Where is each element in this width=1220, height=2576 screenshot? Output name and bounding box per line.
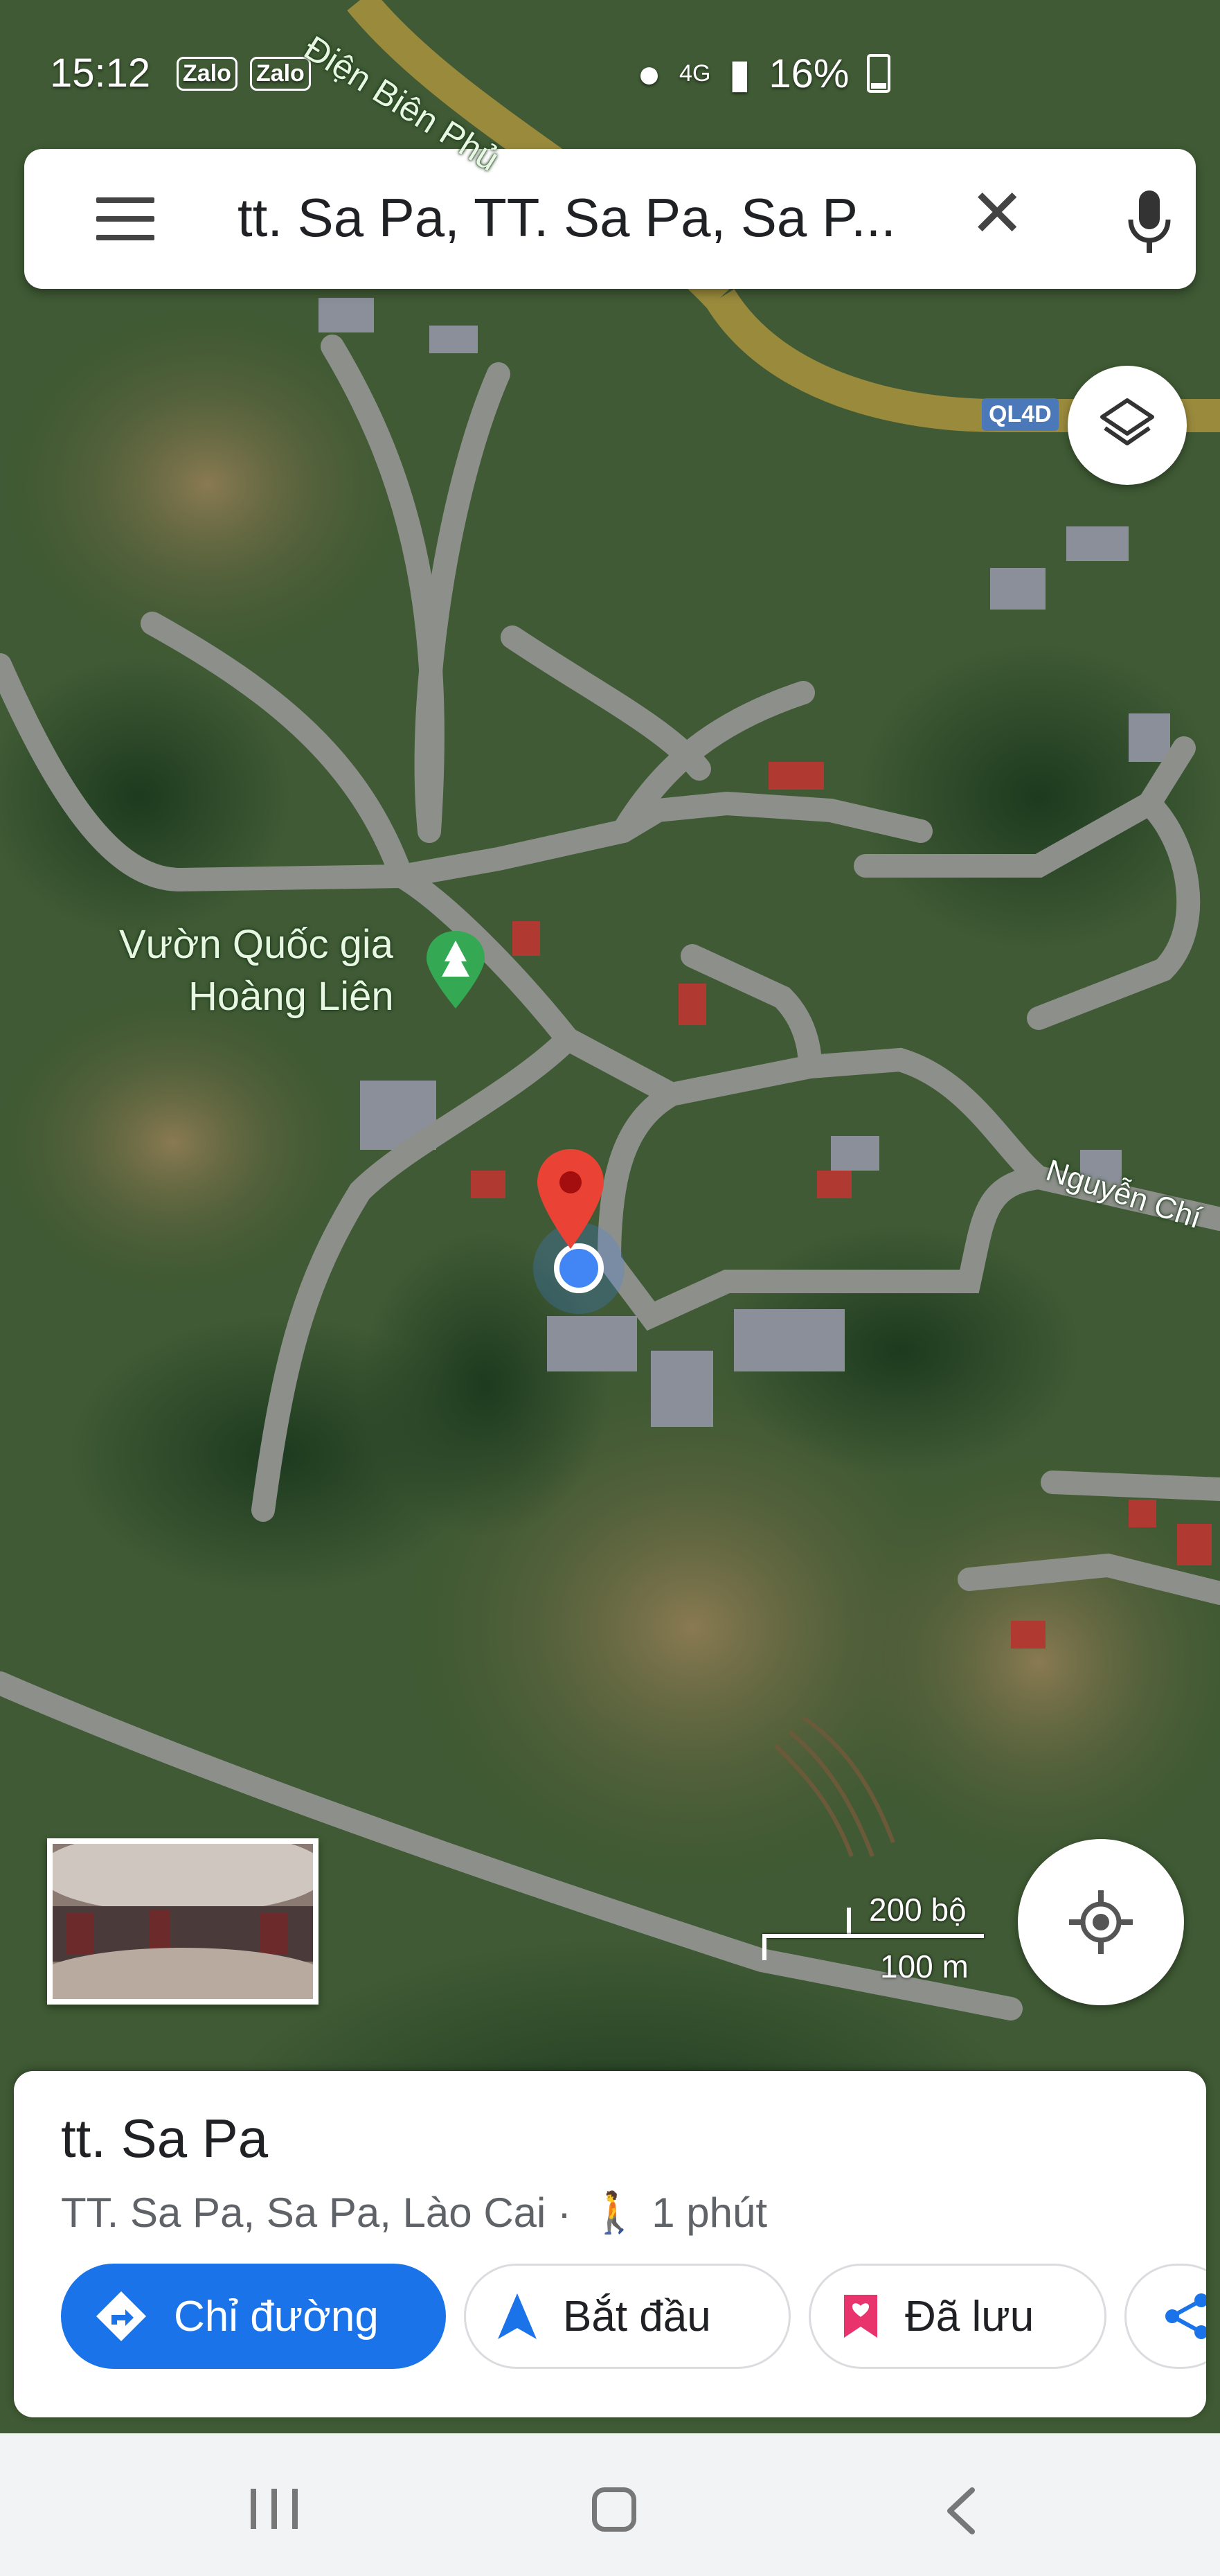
status-time: 15:12 bbox=[50, 51, 151, 96]
home-icon[interactable] bbox=[592, 2487, 636, 2532]
street-view-thumbnail[interactable] bbox=[47, 1838, 319, 2005]
directions-label: Chỉ đường bbox=[174, 2292, 379, 2340]
directions-button[interactable]: Chỉ đường bbox=[61, 2264, 446, 2369]
bookmark-icon bbox=[841, 2292, 880, 2340]
network-type: 4G bbox=[679, 60, 711, 87]
layers-button[interactable] bbox=[1068, 366, 1187, 485]
location-icon: ● bbox=[637, 51, 662, 96]
saved-label: Đã lưu bbox=[905, 2292, 1034, 2340]
park-label-line1[interactable]: Vườn Quốc gia bbox=[119, 921, 393, 968]
zalo-icon: Zalo bbox=[177, 57, 237, 91]
walking-icon: 🚶 bbox=[589, 2189, 640, 2235]
start-button[interactable]: Bắt đầu bbox=[464, 2264, 791, 2369]
status-bar: 15:12 Zalo Zalo ● 4G ▮ 16% bbox=[0, 42, 1220, 104]
search-bar[interactable]: tt. Sa Pa, TT. Sa Pa, Sa P... ✕ bbox=[24, 149, 1196, 289]
menu-icon[interactable] bbox=[96, 197, 154, 240]
action-chips: Chỉ đường Bắt đầu Đã lưu bbox=[61, 2264, 1206, 2369]
battery-percent: 16% bbox=[769, 51, 850, 96]
recent-apps-icon[interactable] bbox=[251, 2489, 299, 2529]
start-label: Bắt đầu bbox=[563, 2292, 711, 2340]
my-location-button[interactable] bbox=[1018, 1839, 1184, 2005]
crosshair-icon bbox=[1069, 1890, 1133, 1954]
scale-imperial: 200 bộ bbox=[869, 1892, 967, 1928]
park-label-line2[interactable]: Hoàng Liên bbox=[188, 973, 394, 1020]
battery-icon bbox=[867, 54, 891, 93]
close-icon[interactable]: ✕ bbox=[969, 181, 1025, 247]
system-nav-bar bbox=[0, 2433, 1220, 2576]
notification-icons: Zalo Zalo bbox=[177, 57, 311, 91]
place-subtitle: TT. Sa Pa, Sa Pa, Lào Cai · 🚶 1 phút bbox=[61, 2189, 767, 2237]
place-title: tt. Sa Pa bbox=[61, 2108, 269, 2169]
saved-button[interactable]: Đã lưu bbox=[809, 2264, 1106, 2369]
search-query[interactable]: tt. Sa Pa, TT. Sa Pa, Sa P... bbox=[237, 186, 916, 249]
navigation-arrow-icon bbox=[496, 2292, 538, 2340]
current-location-dot bbox=[554, 1243, 604, 1293]
share-button[interactable] bbox=[1124, 2264, 1206, 2369]
signal-icon: ▮ bbox=[728, 51, 751, 96]
location-pin-icon[interactable] bbox=[535, 1146, 607, 1250]
back-icon[interactable] bbox=[940, 2486, 982, 2536]
place-address: TT. Sa Pa, Sa Pa, Lào Cai · bbox=[61, 2189, 572, 2236]
status-right: ● 4G ▮ 16% bbox=[637, 50, 891, 97]
mic-icon[interactable] bbox=[1125, 188, 1174, 257]
layers-icon bbox=[1100, 398, 1154, 445]
map-scale: 200 bộ 100 m bbox=[758, 1891, 994, 1995]
park-pin-icon[interactable] bbox=[424, 928, 487, 1011]
directions-icon bbox=[93, 2289, 149, 2344]
walk-time: 1 phút bbox=[652, 2189, 768, 2236]
scale-metric: 100 m bbox=[880, 1948, 969, 1984]
share-icon bbox=[1163, 2292, 1206, 2340]
place-bottom-sheet[interactable]: tt. Sa Pa TT. Sa Pa, Sa Pa, Lào Cai · 🚶 … bbox=[14, 2071, 1206, 2417]
road-badge: QL4D bbox=[982, 398, 1059, 431]
